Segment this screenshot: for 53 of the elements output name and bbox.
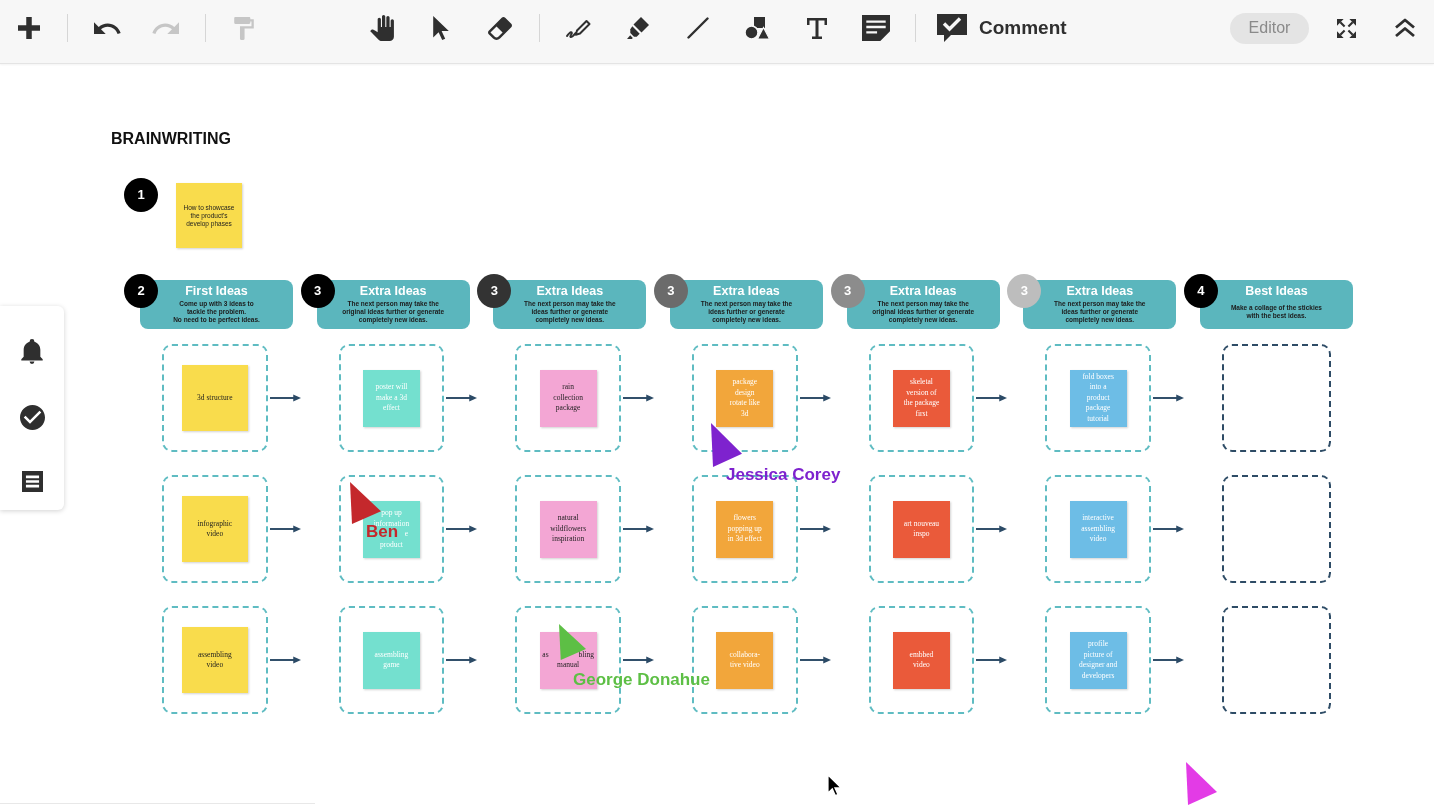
step-number: 3: [830, 274, 865, 308]
right-arrow-icon: [623, 394, 654, 402]
step-number: 3: [653, 274, 688, 308]
undo-icon[interactable]: [94, 20, 122, 36]
highlighter-icon[interactable]: [626, 16, 650, 40]
column-title: Extra Ideas: [359, 284, 427, 299]
double-chevron-up-icon[interactable]: [1394, 18, 1416, 38]
right-arrow-icon: [446, 525, 478, 533]
bell-icon[interactable]: [21, 339, 43, 364]
collaborator-name: Jessica Corey: [726, 466, 841, 484]
column-title: Extra Ideas: [889, 284, 957, 299]
list-icon[interactable]: [21, 471, 43, 492]
right-arrow-icon: [1152, 394, 1184, 402]
right-arrow-icon: [976, 656, 1008, 664]
pointer-icon[interactable]: [432, 16, 450, 40]
right-arrow-icon: [269, 656, 301, 664]
column-title: Best Ideas: [1245, 284, 1308, 299]
column-title: First Ideas: [185, 284, 248, 299]
comment-button[interactable]: Comment: [936, 13, 1067, 43]
collaborator-name: George Donahue: [573, 671, 710, 689]
plus-icon[interactable]: [18, 17, 40, 39]
step-number: 3: [300, 274, 335, 308]
right-arrow-icon: [446, 656, 478, 664]
right-arrow-icon: [1152, 525, 1184, 533]
step-number: 3: [1007, 274, 1042, 308]
right-arrow-icon: [623, 656, 654, 664]
step-number: 1: [124, 178, 158, 212]
hand-icon[interactable]: [369, 15, 395, 41]
right-arrow-icon: [623, 525, 654, 533]
step-number: 4: [1183, 274, 1218, 308]
right-arrow-icon: [269, 525, 301, 533]
eraser-icon[interactable]: [488, 16, 512, 40]
sticky-note-icon[interactable]: [862, 15, 890, 41]
right-arrow-icon: [1152, 656, 1184, 664]
mouse-pointer-icon: [827, 774, 842, 797]
right-arrow-icon: [976, 394, 1008, 402]
right-arrow-icon: [269, 394, 301, 402]
right-arrow-icon: [799, 394, 831, 402]
column-title: Extra Ideas: [713, 284, 780, 299]
column-title: Extra Ideas: [1066, 284, 1134, 299]
column-title: Extra Ideas: [536, 284, 604, 299]
text-icon[interactable]: [806, 16, 828, 40]
comment-check-icon: [936, 13, 968, 43]
right-arrow-icon: [799, 656, 831, 664]
fullscreen-icon[interactable]: [1337, 18, 1356, 38]
step-number: 2: [124, 274, 158, 308]
step-number: 3: [477, 274, 512, 308]
right-arrow-icon: [976, 525, 1008, 533]
board-title: BRAINWRITING: [111, 129, 231, 149]
right-arrow-icon: [446, 394, 478, 402]
line-icon[interactable]: [687, 17, 709, 39]
shapes-icon[interactable]: [744, 16, 770, 40]
right-arrow-icon: [799, 525, 831, 533]
